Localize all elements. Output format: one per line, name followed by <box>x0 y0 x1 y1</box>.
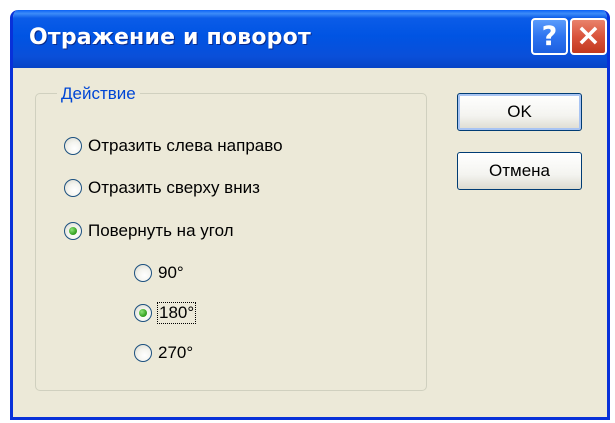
radio-button-icon[interactable] <box>134 264 152 282</box>
radio-button-checked-icon[interactable] <box>134 304 152 322</box>
ok-button[interactable]: OK <box>457 93 582 131</box>
radio-label: Отразить слева направо <box>88 136 283 155</box>
radio-label: Отразить сверху вниз <box>88 178 260 197</box>
dialog-title: Отражение и поворот <box>29 25 311 50</box>
radio-label: 270° <box>158 343 194 362</box>
radio-rotate-angle[interactable]: Повернуть на угол <box>64 221 234 241</box>
close-icon: × <box>575 18 602 53</box>
radio-label: 180° <box>156 302 197 324</box>
help-button[interactable]: ? <box>531 18 568 55</box>
radio-angle-270[interactable]: 270° <box>134 343 193 363</box>
radio-button-checked-icon[interactable] <box>64 222 82 240</box>
close-button[interactable]: × <box>570 18 607 55</box>
cancel-button[interactable]: Отмена <box>457 152 582 190</box>
radio-button-icon[interactable] <box>64 179 82 197</box>
action-group-legend: Действие <box>57 84 140 104</box>
radio-flip-horizontal[interactable]: Отразить слева направо <box>64 136 283 156</box>
title-bar[interactable]: Отражение и поворот ? × <box>13 10 607 68</box>
radio-button-icon[interactable] <box>134 344 152 362</box>
help-icon: ? <box>541 21 558 52</box>
radio-flip-vertical[interactable]: Отразить сверху вниз <box>64 178 260 198</box>
radio-label: Повернуть на угол <box>88 221 234 240</box>
radio-angle-180[interactable]: 180° <box>134 302 197 324</box>
radio-button-icon[interactable] <box>64 137 82 155</box>
radio-label: 90° <box>158 263 184 282</box>
radio-angle-90[interactable]: 90° <box>134 263 184 283</box>
